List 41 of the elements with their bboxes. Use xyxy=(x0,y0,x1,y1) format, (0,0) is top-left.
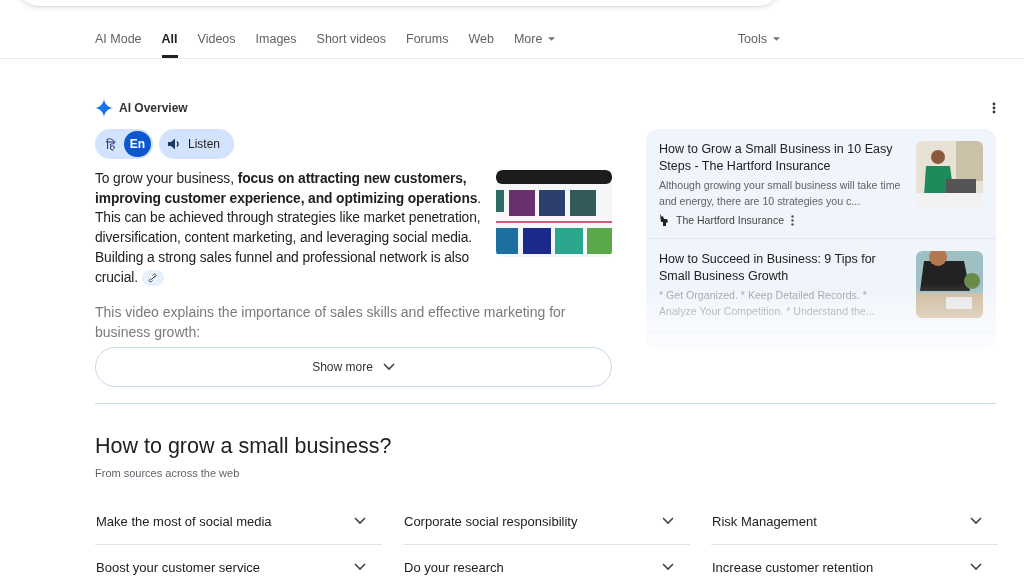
chevron-down-icon xyxy=(970,563,982,572)
section-subtitle: From sources across the web xyxy=(95,466,241,479)
tab[interactable]: More xyxy=(513,32,556,58)
question-item[interactable]: Risk Management xyxy=(711,498,998,545)
tab[interactable]: Web xyxy=(468,32,494,58)
more-options-icon[interactable] xyxy=(992,102,996,114)
question-item[interactable]: Increase customer retention xyxy=(711,544,998,576)
ai-overview-title: AI Overview xyxy=(119,101,188,115)
tab[interactable]: AI Mode xyxy=(95,32,142,58)
chevron-down-icon xyxy=(382,362,395,371)
chevron-down-icon xyxy=(354,563,366,572)
more-options-icon[interactable] xyxy=(790,214,794,226)
tab[interactable]: All xyxy=(161,32,178,58)
source-site[interactable]: The Hartford Insurance xyxy=(676,214,784,226)
tab[interactable]: Forums xyxy=(406,32,449,58)
chevron-down-icon xyxy=(354,517,366,526)
tab[interactable]: Short videos xyxy=(316,32,387,58)
tab[interactable]: Videos xyxy=(197,32,236,58)
source-title[interactable]: How to Grow a Small Business in 10 Easy Steps - The Hartford Insurance xyxy=(659,141,906,174)
question-item[interactable]: Corporate social responsibility xyxy=(403,498,690,545)
tab[interactable]: Images xyxy=(255,32,297,58)
speaker-icon xyxy=(168,138,182,150)
question-item[interactable]: Do your research xyxy=(403,544,690,576)
video-description: This video explains the importance of sales skills and effective marketing for business growth: xyxy=(95,303,567,342)
section-heading: How to grow a small business? xyxy=(95,433,393,459)
chevron-down-icon xyxy=(662,563,674,572)
chevron-down-icon xyxy=(662,517,674,526)
question-item[interactable]: Make the most of social media xyxy=(95,498,382,545)
chevron-down-icon xyxy=(970,517,982,526)
listen-button[interactable]: Listen xyxy=(159,129,235,159)
language-option[interactable]: En xyxy=(124,131,151,157)
language-option[interactable]: हि xyxy=(97,131,124,157)
caret-icon xyxy=(773,37,780,41)
tools-button[interactable]: Tools xyxy=(737,32,780,58)
source-title[interactable]: How to Succeed in Business: 9 Tips for Small Business Growth xyxy=(659,251,906,284)
question-item[interactable]: Boost your customer service xyxy=(95,544,382,576)
source-snippet: Although growing your small business will take time and energy, there are 10 strategies you c... xyxy=(659,178,902,209)
source-snippet: * Get Organized. * Keep Detailed Records. * Analyze Your Competition. * Understand the... xyxy=(659,288,876,319)
link-icon[interactable] xyxy=(141,269,164,286)
summary-text: To grow your business, focus on attracting new customers, improving customer experience, and optimizing operations. This can be achieved through strategies like market penetration, diversification, content marketing, and leveraging social media. Building a strong sales funnel and professional network is also crucial. xyxy=(95,170,483,288)
sparkle-icon xyxy=(95,99,113,117)
